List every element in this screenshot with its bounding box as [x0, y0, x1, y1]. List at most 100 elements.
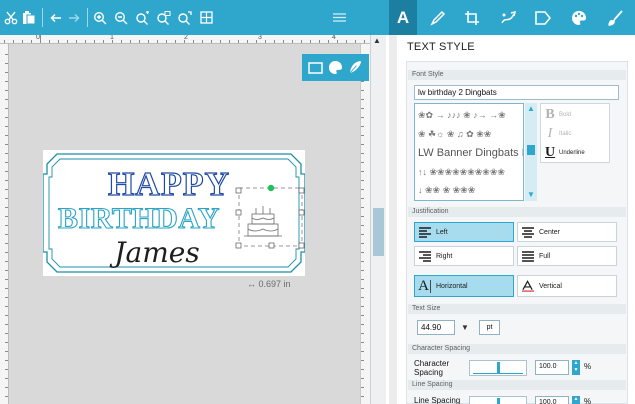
ruler-tick — [5, 252, 8, 253]
zoom-page-icon[interactable] — [175, 0, 193, 35]
underline-button[interactable]: U Underline — [545, 145, 585, 161]
slider-thumb[interactable] — [497, 362, 500, 374]
horizontal-label: Horizontal — [436, 282, 468, 290]
text-size-input[interactable]: 44.90 — [417, 320, 455, 335]
line-spacing-stepper[interactable]: ▲▼ — [572, 396, 580, 404]
resize-handle[interactable] — [298, 209, 305, 216]
font-list-item[interactable]: LW Banner Dingbats Fo — [418, 147, 523, 159]
font-list-item[interactable]: ↑↓ ❀❀❀❀❀❀❀❀❀❀ — [418, 167, 505, 178]
justify-center-label: Center — [539, 228, 561, 236]
zoom-select-icon[interactable] — [154, 0, 172, 35]
happy-text[interactable]: HAPPY — [107, 165, 230, 203]
text-size-dropdown-icon[interactable]: ▼ — [457, 318, 473, 336]
page-setup-tab[interactable] — [530, 0, 556, 35]
text-size-unit[interactable]: pt — [479, 320, 500, 335]
ruler-tick — [139, 40, 140, 43]
ruler-tick — [5, 333, 8, 334]
resize-handle[interactable] — [235, 242, 242, 249]
cut-icon[interactable] — [2, 0, 20, 35]
page-setup-icon — [535, 10, 551, 25]
font-list-scrollbar[interactable]: ▲ ▼ — [525, 103, 537, 201]
justify-full-button[interactable]: Full — [517, 246, 617, 266]
ruler-tick — [5, 126, 8, 127]
horizontal-text-icon: A| — [418, 277, 432, 294]
resize-handle[interactable] — [268, 242, 275, 249]
scroll-thumb[interactable] — [373, 208, 384, 256]
ruler-tick — [94, 40, 95, 43]
ruler-tick — [76, 40, 77, 43]
ruler-tick — [22, 40, 23, 43]
zoom-out-icon[interactable] — [112, 0, 130, 35]
vertical-scrollbar[interactable]: ▲ — [370, 35, 386, 404]
font-list[interactable]: ❀✿ → ♪♪♪ ❀ ♪→ →❀ ❀ ☘☼ ❀ ♫ ✿ ❀❀ LW Banner… — [414, 103, 524, 201]
paste-icon[interactable] — [20, 0, 38, 35]
font-name-input[interactable]: lw birthday 2 Dingbats — [414, 85, 619, 100]
ruler-tick — [5, 270, 8, 271]
rotate-handle[interactable] — [267, 184, 275, 192]
panel-scrollbar[interactable] — [389, 35, 397, 404]
font-list-item[interactable]: ❀ ☘☼ ❀ ♫ ✿ ❀❀ — [418, 129, 491, 140]
rectangle-view-icon[interactable] — [306, 60, 324, 76]
character-spacing-slider[interactable] — [469, 360, 527, 376]
scroll-up-arrow-icon[interactable]: ▲ — [373, 36, 381, 45]
selection-box[interactable] — [235, 184, 305, 249]
ruler-tick — [5, 144, 8, 145]
italic-button[interactable]: I Italic — [545, 126, 572, 142]
resize-handle[interactable] — [298, 242, 305, 249]
scroll-down-arrow-icon[interactable]: ▼ — [527, 190, 535, 199]
ruler-tick — [5, 360, 8, 361]
scroll-up-arrow-icon[interactable]: ▲ — [527, 104, 535, 113]
line-style-tab[interactable] — [425, 0, 451, 35]
character-spacing-stepper[interactable]: ▲ ▼ — [572, 360, 580, 375]
ruler-number: 3 — [258, 35, 262, 41]
font-list-item[interactable]: ❀✿ → ♪♪♪ ❀ ♪→ →❀ — [418, 110, 506, 121]
ruler-tick — [361, 144, 364, 145]
grid-icon[interactable] — [197, 0, 215, 35]
ruler-tick — [5, 90, 8, 91]
align-right-icon — [419, 250, 431, 262]
menu-icon[interactable] — [330, 0, 348, 35]
character-spacing-percent: % — [584, 362, 592, 371]
ruler-tick — [361, 369, 364, 370]
justify-left-button[interactable]: Left — [414, 222, 514, 242]
horizontal-button[interactable]: A| Horizontal — [414, 275, 514, 297]
vertical-ruler — [0, 44, 9, 404]
birthday-text[interactable]: BIRTHDAY — [58, 201, 220, 235]
trace-tab[interactable] — [495, 0, 521, 35]
line-spacing-input[interactable]: 100.0 — [535, 396, 569, 404]
ruler-tick — [364, 40, 365, 43]
undo-icon[interactable] — [48, 0, 64, 35]
crop-tab[interactable] — [459, 0, 485, 35]
justify-right-button[interactable]: Right — [414, 246, 514, 266]
character-spacing-input[interactable]: 100.0 — [535, 360, 569, 375]
name-text[interactable]: James — [109, 236, 199, 269]
italic-label: Italic — [559, 131, 572, 137]
font-list-scroll-thumb[interactable] — [527, 145, 535, 155]
redo-icon[interactable] — [66, 0, 82, 35]
ruler-tick — [361, 252, 364, 253]
line-spacing-slider[interactable] — [469, 396, 527, 404]
more-tab[interactable] — [603, 0, 629, 35]
fill-view-icon[interactable] — [326, 60, 344, 76]
ruler-tick — [58, 40, 59, 43]
justification-label: Justification — [412, 208, 449, 215]
slider-thumb[interactable] — [497, 398, 500, 404]
resize-handle[interactable] — [298, 187, 305, 194]
birthday-design[interactable]: HAPPY BIRTHDAY James — [43, 150, 305, 276]
zoom-fit-icon[interactable] — [133, 0, 151, 35]
ruler-tick — [5, 171, 8, 172]
font-list-item[interactable]: ↓ ❀❀ ❀ ❀❀❀ — [418, 185, 475, 196]
sketch-view-icon[interactable] — [347, 60, 365, 76]
text-style-tab[interactable]: A — [389, 0, 417, 35]
ruler-tick — [361, 342, 364, 343]
brush-icon — [608, 9, 623, 26]
resize-handle[interactable] — [235, 187, 242, 194]
resize-handle[interactable] — [235, 209, 242, 216]
cake-icon[interactable] — [244, 206, 282, 237]
justify-center-button[interactable]: Center — [517, 222, 617, 242]
zoom-in-icon[interactable] — [91, 0, 109, 35]
ruler-tick — [5, 153, 8, 154]
fill-tab[interactable] — [566, 0, 592, 35]
bold-button[interactable]: B Bold — [545, 107, 571, 123]
vertical-button[interactable]: Vertical — [517, 275, 617, 297]
